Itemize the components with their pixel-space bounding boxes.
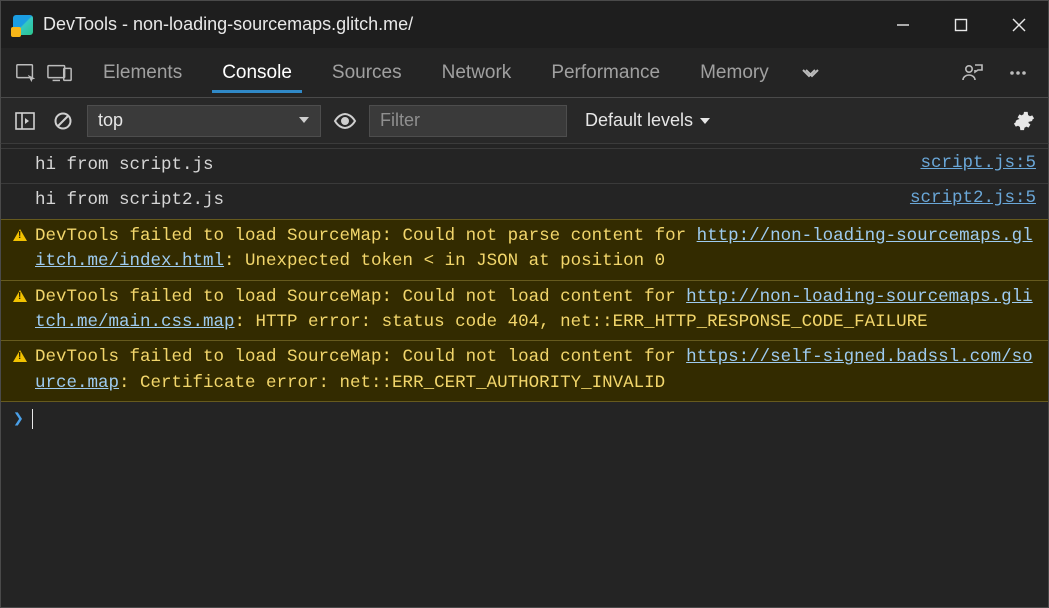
tab-sources[interactable]: Sources: [312, 48, 422, 97]
devtools-tabs-row: ElementsConsoleSourcesNetworkPerformance…: [0, 48, 1049, 98]
tab-performance[interactable]: Performance: [531, 48, 680, 97]
console-warning-row: DevTools failed to load SourceMap: Could…: [1, 340, 1048, 402]
toggle-sidebar-icon[interactable]: [11, 107, 39, 135]
chevron-down-icon: [298, 110, 310, 131]
message-text: DevTools failed to load SourceMap: Could…: [35, 345, 1036, 396]
tab-memory[interactable]: Memory: [680, 48, 789, 97]
console-prompt-row[interactable]: ❯: [1, 402, 1048, 436]
app-icon: [13, 15, 33, 35]
console-warning-row: DevTools failed to load SourceMap: Could…: [1, 219, 1048, 281]
prompt-chevron-icon: ❯: [13, 408, 24, 430]
feedback-icon[interactable]: [956, 56, 988, 90]
tab-elements[interactable]: Elements: [83, 48, 202, 97]
clear-console-icon[interactable]: [49, 107, 77, 135]
panel-tabs: ElementsConsoleSourcesNetworkPerformance…: [83, 48, 789, 97]
warning-icon: [13, 229, 27, 241]
tab-console[interactable]: Console: [202, 48, 312, 97]
title-bar: DevTools - non-loading-sourcemaps.glitch…: [0, 0, 1049, 48]
message-text: hi from script2.js: [35, 188, 910, 213]
levels-label: Default levels: [585, 110, 693, 131]
more-tabs-icon[interactable]: [793, 56, 827, 90]
message-text: DevTools failed to load SourceMap: Could…: [35, 285, 1036, 336]
tab-network[interactable]: Network: [422, 48, 532, 97]
console-toolbar: top Default levels: [0, 98, 1049, 144]
execution-context-select[interactable]: top: [87, 105, 321, 137]
source-location-link[interactable]: script.js:5: [920, 153, 1036, 173]
context-label: top: [98, 110, 123, 131]
source-url-link[interactable]: http://non-loading-sourcemaps.glitch.me/…: [35, 226, 1033, 271]
source-url-link[interactable]: http://non-loading-sourcemaps.glitch.me/…: [35, 287, 1033, 332]
device-toolbar-icon[interactable]: [43, 56, 77, 90]
close-button[interactable]: [990, 1, 1048, 48]
console-warning-row: DevTools failed to load SourceMap: Could…: [1, 280, 1048, 342]
window-controls: [874, 1, 1048, 48]
console-settings-icon[interactable]: [1010, 107, 1038, 135]
minimize-button[interactable]: [874, 1, 932, 48]
live-expression-icon[interactable]: [331, 107, 359, 135]
console-log-row: hi from script2.jsscript2.js:5: [1, 184, 1048, 219]
inspect-element-icon[interactable]: [9, 56, 43, 90]
window-title: DevTools - non-loading-sourcemaps.glitch…: [43, 14, 413, 35]
warning-icon: [13, 290, 27, 302]
console-output: hi from script.jsscript.js:5hi from scri…: [0, 144, 1049, 608]
input-cursor: [32, 409, 33, 429]
source-url-link[interactable]: https://self-signed.badssl.com/source.ma…: [35, 347, 1033, 392]
log-levels-select[interactable]: Default levels: [585, 110, 711, 131]
maximize-button[interactable]: [932, 1, 990, 48]
more-options-icon[interactable]: [1002, 56, 1034, 90]
chevron-down-icon: [699, 115, 711, 127]
filter-input[interactable]: [369, 105, 567, 137]
message-text: hi from script.js: [35, 153, 920, 178]
warning-icon: [13, 350, 27, 362]
message-text: DevTools failed to load SourceMap: Could…: [35, 224, 1036, 275]
source-location-link[interactable]: script2.js:5: [910, 188, 1036, 208]
console-log-row: hi from script.jsscript.js:5: [1, 148, 1048, 184]
